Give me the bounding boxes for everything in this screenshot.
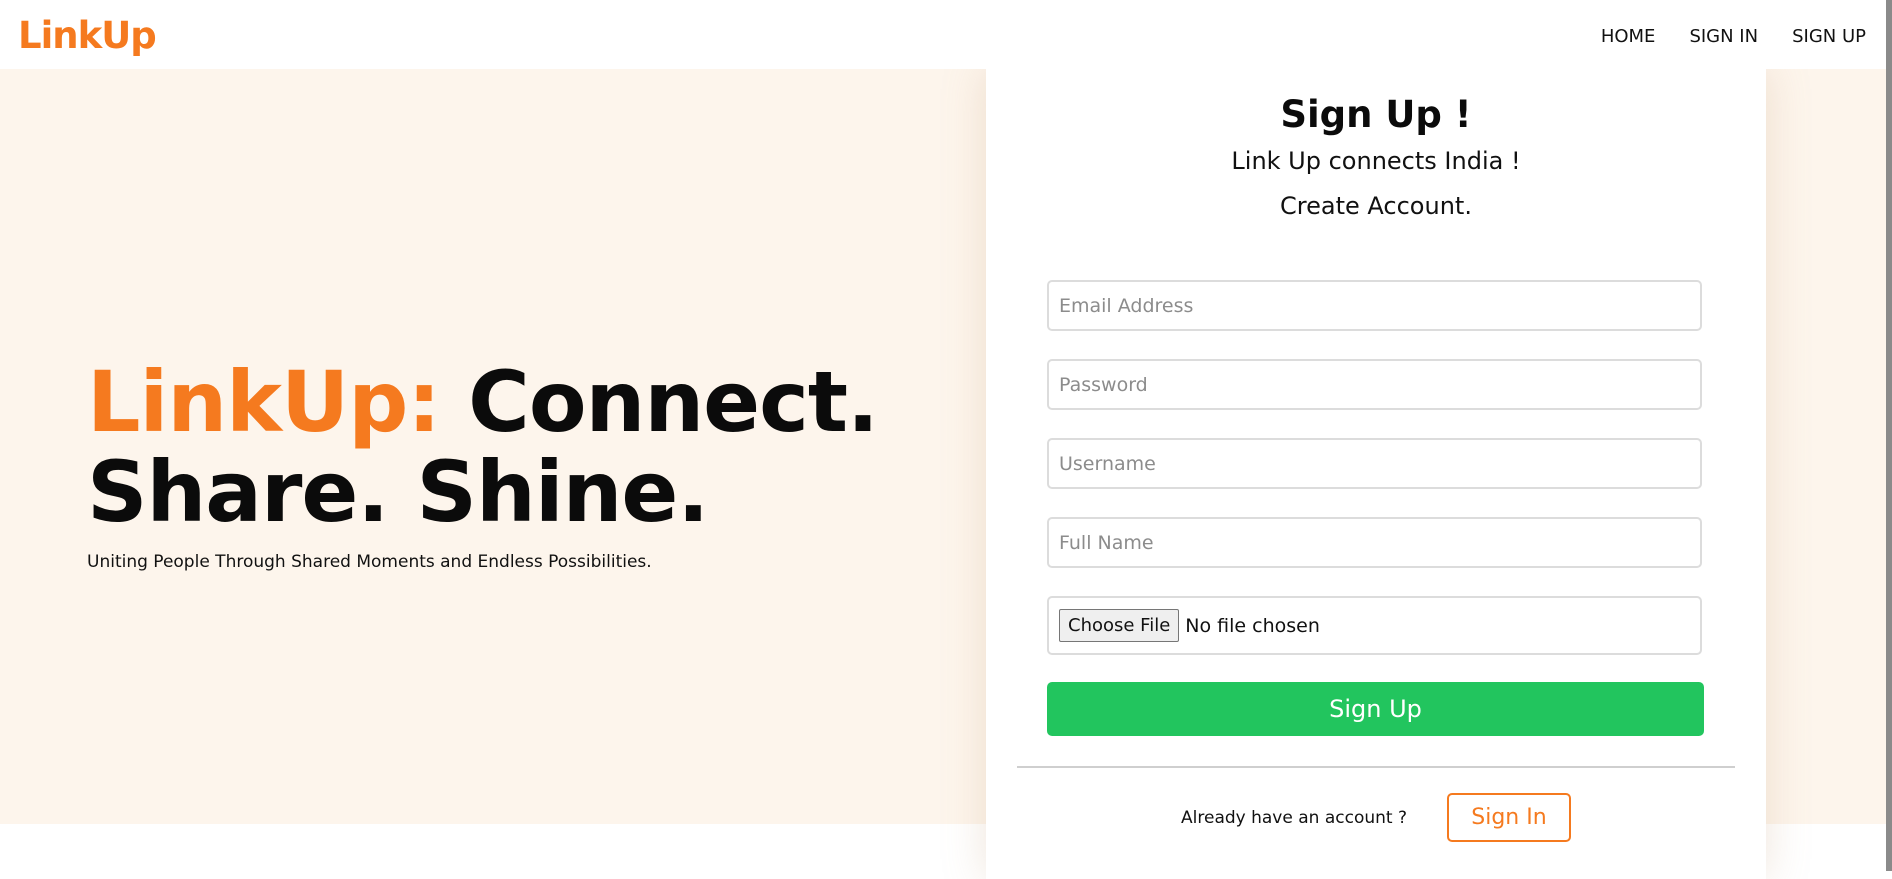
- form-subtitle: Create Account.: [1280, 192, 1472, 220]
- nav-signup-link[interactable]: SIGN UP: [1792, 26, 1866, 47]
- signin-prompt: Already have an account ?: [1181, 807, 1407, 828]
- email-input[interactable]: [1047, 280, 1702, 331]
- password-input[interactable]: [1047, 359, 1702, 410]
- nav-home-link[interactable]: HOME: [1601, 26, 1656, 47]
- form-title: Sign Up !: [1280, 93, 1472, 136]
- form-divider: [1017, 766, 1735, 768]
- navbar: LinkUp HOME SIGN IN SIGN UP: [0, 0, 1892, 69]
- form-tagline: Link Up connects India !: [1231, 147, 1521, 175]
- signin-row: Already have an account ? Sign In: [986, 793, 1766, 842]
- signup-card: Sign Up ! Link Up connects India ! Creat…: [986, 69, 1766, 879]
- profile-file-input: Choose File No file chosen: [1047, 596, 1702, 655]
- page-scrollbar[interactable]: [1886, 0, 1892, 871]
- username-input[interactable]: [1047, 438, 1702, 489]
- nav-links: HOME SIGN IN SIGN UP: [1601, 26, 1866, 47]
- hero-title-accent: LinkUp:: [87, 353, 441, 451]
- hero-title-line1: Connect.: [468, 353, 879, 451]
- file-status-text: No file chosen: [1185, 614, 1320, 637]
- signup-submit-button[interactable]: Sign Up: [1047, 682, 1704, 736]
- hero-title: LinkUp: Connect. Share. Shine.: [87, 357, 879, 537]
- hero-subtitle: Uniting People Through Shared Moments an…: [87, 552, 652, 572]
- brand-logo[interactable]: LinkUp: [18, 14, 157, 57]
- choose-file-button[interactable]: Choose File: [1059, 609, 1180, 642]
- signin-button[interactable]: Sign In: [1446, 793, 1571, 842]
- hero-title-line2: Share. Shine.: [87, 443, 709, 541]
- fullname-input[interactable]: [1047, 517, 1702, 568]
- nav-signin-link[interactable]: SIGN IN: [1689, 26, 1758, 47]
